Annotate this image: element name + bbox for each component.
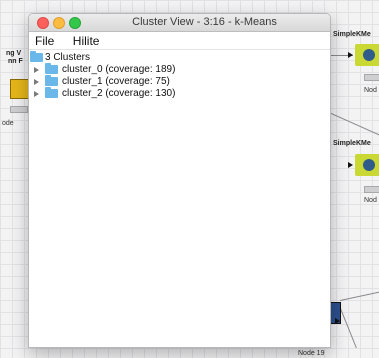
- folder-icon: [45, 63, 58, 74]
- node-a-status-bar: [10, 106, 28, 113]
- node-c-caption: Nod: [364, 197, 377, 204]
- close-window-button[interactable]: [37, 17, 49, 29]
- node-b-label: SimpleKMe: [333, 31, 371, 38]
- node-c-icon[interactable]: [355, 154, 379, 176]
- expand-arrow-icon[interactable]: [34, 79, 39, 85]
- menu-hilite[interactable]: Hilite: [67, 33, 100, 48]
- tree-item-label: cluster_2 (coverage: 130): [62, 88, 176, 99]
- node-a-icon[interactable]: [10, 79, 30, 99]
- connection-arrow-icon: [348, 52, 353, 58]
- node-b-caption: Nod: [364, 87, 377, 94]
- tree-item-label: cluster_1 (coverage: 75): [62, 76, 170, 87]
- folder-icon: [45, 75, 58, 86]
- maximize-window-button[interactable]: [69, 17, 81, 29]
- tree-item-cluster-0[interactable]: cluster_0 (coverage: 189): [29, 63, 330, 76]
- menu-file[interactable]: File: [29, 33, 54, 48]
- connection-arrow-icon: [335, 318, 340, 324]
- folder-icon: [30, 51, 43, 62]
- tree-root-label: 3 Clusters: [45, 52, 91, 63]
- folder-icon: [45, 87, 58, 98]
- node-c-status-bar: [364, 186, 379, 193]
- node-a-label-line1: ng V: [6, 50, 22, 57]
- node-a-caption: ode: [2, 120, 14, 127]
- cluster-view-window: Cluster View - 3:16 - k-Means File Hilit…: [28, 13, 331, 348]
- menu-bar: File Hilite: [29, 32, 330, 50]
- node-d-caption: Node 19: [298, 350, 325, 357]
- expand-arrow-icon[interactable]: [34, 91, 39, 97]
- connection-arrow-icon: [348, 162, 353, 168]
- cluster-tree: 3 Clusters cluster_0 (coverage: 189) clu…: [29, 50, 330, 100]
- expand-arrow-icon[interactable]: [34, 67, 39, 73]
- tree-item-cluster-1[interactable]: cluster_1 (coverage: 75): [29, 75, 330, 88]
- tree-item-label: cluster_0 (coverage: 189): [62, 64, 176, 75]
- tree-root-row[interactable]: 3 Clusters: [29, 51, 330, 64]
- tree-item-cluster-2[interactable]: cluster_2 (coverage: 130): [29, 87, 330, 100]
- window-titlebar[interactable]: Cluster View - 3:16 - k-Means: [29, 14, 330, 32]
- minimize-window-button[interactable]: [53, 17, 65, 29]
- node-c-label: SimpleKMe: [333, 140, 371, 147]
- node-b-status-bar: [364, 74, 379, 81]
- node-a-label-line2: nn F: [8, 58, 23, 65]
- window-title: Cluster View - 3:16 - k-Means: [132, 16, 277, 28]
- node-b-icon[interactable]: [355, 44, 379, 66]
